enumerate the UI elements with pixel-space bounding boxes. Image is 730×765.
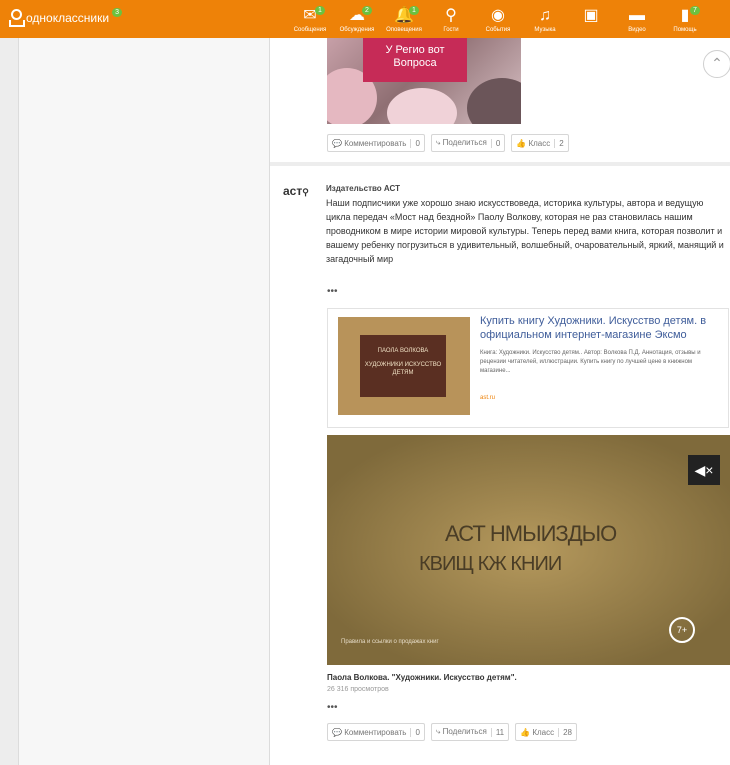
post1-image-text: У Регио вот Вопроса	[363, 38, 467, 82]
share-count: 0	[490, 138, 504, 148]
link-source[interactable]: ast.ru	[480, 395, 495, 401]
post1-image[interactable]: У Регио вот Вопроса	[327, 38, 521, 124]
nav-badge: 2	[362, 6, 372, 15]
post2-actions: 💬 Комментировать 0 ⤷ Поделиться 11 👍 Класс…	[327, 723, 577, 741]
comment-label: Комментировать	[344, 138, 407, 148]
site-logo[interactable]: одноклассники 3	[8, 7, 122, 27]
like-button[interactable]: 👍 Класс 2	[511, 134, 569, 152]
nav-badge: 7	[690, 6, 700, 15]
like-label: Класс	[528, 138, 551, 148]
share-count: 11	[490, 727, 508, 737]
nav-item-help[interactable]: ▮ Помощь 7	[660, 0, 710, 38]
comment-label: Комментировать	[344, 727, 407, 737]
left-sidebar	[18, 38, 270, 765]
logo-badge: 3	[112, 7, 122, 17]
nav-label: Гости	[443, 27, 459, 33]
book-author: ПАОЛА ВОЛКОВА	[377, 348, 429, 354]
post1-actions: 💬 Комментировать 0 ⤷ Поделиться 0 👍 Класс 2	[327, 134, 569, 152]
post-author[interactable]: Издательство АСТ	[326, 184, 400, 193]
logo-text: одноклассники	[26, 11, 110, 25]
link-description: Книга: Художники. Искусство детям.. Авто…	[480, 350, 701, 374]
video-views: 26 316 просмотров	[327, 686, 389, 693]
comment-count: 0	[410, 138, 423, 148]
nav-label: Оповещения	[386, 27, 422, 33]
nav-label: Сообщения	[293, 27, 327, 33]
link-preview[interactable]: ПАОЛА ВОЛКОВА ХУДОЖНИКИ ИСКУССТВО ДЕТЯМ К…	[327, 308, 729, 428]
nav-item-video[interactable]: ▬ Видео	[612, 0, 662, 38]
nav-label: Музыка	[534, 27, 556, 33]
comment-count: 0	[410, 727, 423, 737]
avatar-text: аст	[283, 184, 303, 198]
more-button[interactable]: •••	[327, 286, 338, 297]
nav-item-chat[interactable]: ☁ Обсуждения 2	[332, 0, 382, 38]
like-count: 28	[558, 727, 576, 737]
nav-label: Помощь	[673, 27, 697, 33]
video-text-line1: АСТ НМЫИЗДЫО	[445, 521, 617, 546]
author-avatar[interactable]: аст⚲	[283, 184, 315, 212]
nav-item-media[interactable]: ▣	[566, 0, 616, 38]
ok-logo-icon	[8, 9, 25, 27]
video-player[interactable]: ◀× АСТ НМЫИЗДЫО КВИЩ КЖ КНИИ 7+ Правила …	[327, 435, 730, 665]
comment-button[interactable]: 💬 Комментировать 0	[327, 134, 425, 152]
scroll-up-button[interactable]: ⌃	[703, 50, 730, 78]
mute-icon[interactable]: ◀×	[688, 455, 720, 485]
comment-button[interactable]: 💬 Комментировать 0	[327, 723, 425, 741]
nav-badge: 1	[315, 6, 325, 15]
like-label: Класс	[532, 727, 555, 737]
envelope-icon: ✉	[303, 7, 317, 24]
share-label: Поделиться	[442, 727, 487, 736]
video-caption: Правила и ссылки о продажах книг	[341, 639, 439, 645]
chat-icon: ☁	[349, 7, 365, 24]
book-image: ПАОЛА ВОЛКОВА ХУДОЖНИКИ ИСКУССТВО ДЕТЯМ	[338, 317, 470, 415]
music-icon: ♫	[539, 7, 551, 24]
book-title: ХУДОЖНИКИ ИСКУССТВО ДЕТЯМ	[364, 362, 442, 376]
share-button[interactable]: ⤷ Поделиться 11	[430, 723, 510, 741]
share-label: Поделиться	[442, 138, 487, 147]
nav-badge: 1	[409, 6, 419, 15]
like-count: 2	[554, 138, 567, 148]
bell-icon: 🔔	[394, 7, 414, 24]
video-title[interactable]: Паола Волкова. "Художники. Искусство дет…	[327, 673, 517, 682]
video-text-line2: КВИЩ КЖ КНИИ	[419, 553, 562, 575]
nav-label: Видео	[628, 27, 646, 33]
like-button[interactable]: 👍 Класс 28	[515, 723, 577, 741]
video-icon: ▬	[629, 7, 645, 24]
help-icon: ▮	[680, 7, 690, 24]
nav-item-bell[interactable]: 🔔 Оповещения 1	[379, 0, 429, 38]
top-navigation-bar: одноклассники 3 ✉ Сообщения 1 ☁ Обсуждения 2 🔔…	[0, 0, 730, 38]
more-button-2[interactable]: •••	[327, 702, 338, 713]
events-icon: ◉	[491, 7, 505, 24]
post-text: Наши подписчики уже хорошо знаю искусств…	[326, 198, 724, 264]
nav-label: События	[485, 27, 511, 33]
nav-item-envelope[interactable]: ✉ Сообщения 1	[285, 0, 335, 38]
book-cover: ПАОЛА ВОЛКОВА ХУДОЖНИКИ ИСКУССТВО ДЕТЯМ	[360, 335, 446, 397]
nav-item-music[interactable]: ♫ Музыка	[520, 0, 570, 38]
share-button[interactable]: ⤷ Поделиться 0	[430, 134, 506, 152]
nav-label: Обсуждения	[339, 27, 375, 33]
footprints-icon: ⚲	[445, 7, 457, 24]
link-title[interactable]: Купить книгу Художники. Искусство детям.…	[480, 314, 720, 342]
age-rating-badge: 7+	[669, 617, 695, 643]
media-icon: ▣	[583, 7, 599, 24]
nav-item-events[interactable]: ◉ События	[473, 0, 523, 38]
nav-item-footprints[interactable]: ⚲ Гости	[426, 0, 476, 38]
